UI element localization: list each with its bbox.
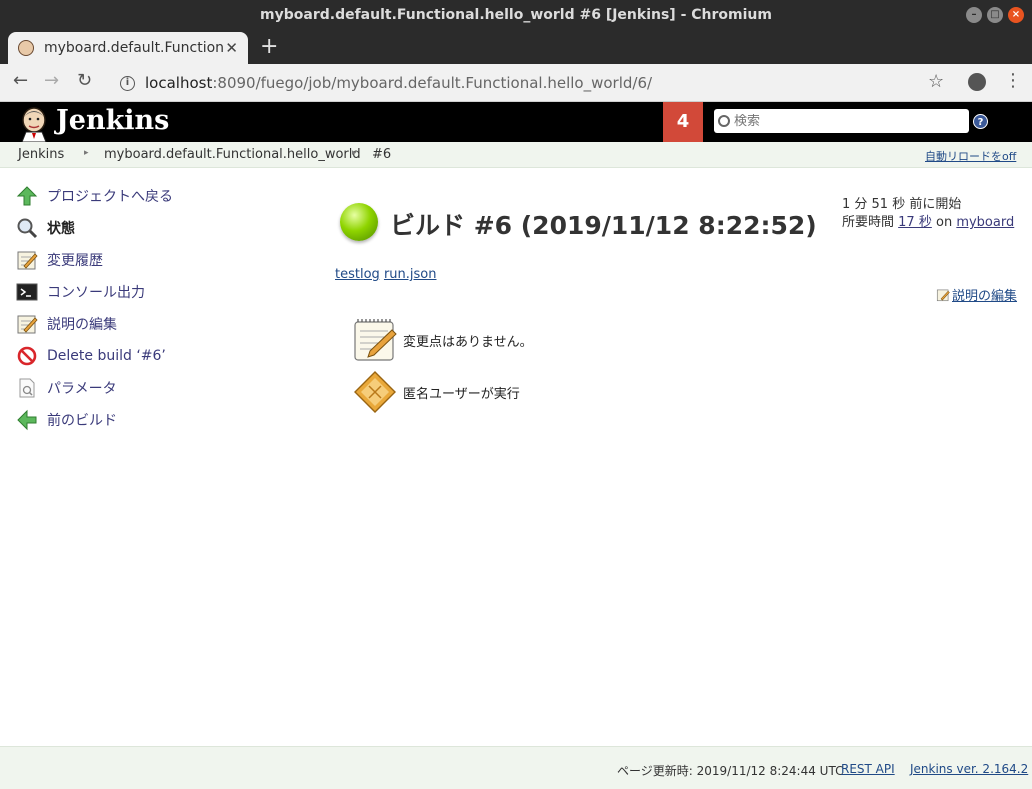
- bookmark-star-icon[interactable]: ☆: [928, 71, 944, 92]
- jenkins-header: Jenkins 4 ?: [0, 102, 1032, 142]
- up-arrow-icon: [16, 186, 38, 206]
- build-status-ball-icon: [340, 203, 378, 241]
- node-link[interactable]: myboard: [956, 215, 1014, 230]
- search-input[interactable]: [734, 113, 954, 129]
- sidebar-item-label: コンソール出力: [47, 285, 145, 301]
- breadcrumb: Jenkins ▸ myboard.default.Functional.hel…: [0, 142, 1032, 168]
- no-changes-text: 変更点はありません。: [403, 334, 533, 350]
- sidebar-item-label: 状態: [47, 221, 75, 237]
- breadcrumb-separator-icon[interactable]: ▸: [84, 148, 89, 158]
- breadcrumb-build[interactable]: #6: [372, 147, 391, 162]
- edit-description-label: 説明の編集: [952, 289, 1018, 304]
- build-meta: 1 分 51 秒 前に開始 所要時間 17 秒 on myboard: [842, 196, 1014, 232]
- new-tab-button[interactable]: +: [260, 34, 278, 60]
- rest-api-link[interactable]: REST API: [841, 762, 895, 776]
- close-window-icon[interactable]: ×: [1008, 7, 1024, 23]
- window-title: myboard.default.Functional.hello_world #…: [260, 7, 772, 23]
- reload-icon[interactable]: ↻: [77, 70, 92, 91]
- sidebar-item-label: Delete build ‘#6’: [47, 348, 166, 364]
- on-label: on: [935, 215, 953, 230]
- sidebar-item-back-to-project[interactable]: プロジェクトへ戻る: [16, 184, 173, 208]
- minimize-icon[interactable]: –: [966, 7, 982, 23]
- sidebar-item-label: 前のビルド: [47, 413, 117, 429]
- jenkins-title[interactable]: Jenkins: [56, 105, 169, 136]
- duration-link[interactable]: 17 秒: [898, 215, 932, 230]
- tab-title: myboard.default.Functional.hello_world #…: [44, 40, 224, 56]
- notepad-icon: [17, 315, 38, 334]
- breadcrumb-separator-icon[interactable]: ▸: [352, 148, 357, 158]
- tab-strip: myboard.default.Functional.hello_world #…: [0, 30, 1032, 64]
- breadcrumb-job[interactable]: myboard.default.Functional.hello_world: [104, 147, 361, 162]
- started-by-text: 匿名ユーザーが実行: [403, 386, 520, 402]
- edit-description-link[interactable]: 説明の編集: [936, 285, 1017, 304]
- menu-icon[interactable]: ⋮: [1004, 72, 1022, 90]
- magnifier-icon: [17, 218, 38, 239]
- page-updated-timestamp: ページ更新時: 2019/11/12 8:24:44 UTC: [617, 764, 844, 778]
- notepad-icon: [17, 251, 38, 270]
- back-icon[interactable]: ←: [13, 70, 28, 91]
- notepad-icon: [936, 289, 950, 301]
- jenkins-logo-icon[interactable]: [18, 106, 50, 142]
- sidebar-item-label: 説明の編集: [47, 317, 117, 333]
- account-icon[interactable]: [968, 73, 986, 91]
- jenkins-version-link[interactable]: Jenkins ver. 2.164.2: [910, 762, 1028, 776]
- build-started: 1 分 51 秒 前に開始: [842, 197, 962, 212]
- user-cause-icon: [354, 371, 396, 413]
- breadcrumb-jenkins[interactable]: Jenkins: [18, 147, 64, 162]
- build-cause: 匿名ユーザーが実行: [352, 370, 520, 414]
- terminal-icon: [16, 283, 38, 301]
- sidebar-item-edit-description[interactable]: 説明の編集: [16, 312, 117, 336]
- address-bar[interactable]: i localhost:8090/fuego/job/myboard.defau…: [110, 68, 960, 98]
- sidebar-item-changes[interactable]: 変更履歴: [16, 248, 103, 272]
- build-artifacts: testlog run.json: [335, 267, 436, 282]
- artifact-link-testlog[interactable]: testlog: [335, 267, 380, 282]
- build-duration-line: 所要時間 17 秒 on myboard: [842, 214, 1014, 232]
- artifact-link-run-json[interactable]: run.json: [384, 267, 437, 282]
- window-controls: – □ ×: [966, 7, 1024, 23]
- sidebar-item-delete-build[interactable]: Delete build ‘#6’: [16, 344, 166, 368]
- no-entry-icon: [17, 346, 37, 366]
- forward-icon[interactable]: →: [44, 70, 59, 91]
- sidebar-item-status[interactable]: 状態: [16, 216, 75, 240]
- left-arrow-icon: [17, 409, 37, 431]
- url-path: :8090/fuego/job/myboard.default.Function…: [212, 74, 653, 92]
- build-title: ビルド #6 (2019/11/12 8:22:52): [390, 211, 817, 240]
- search-box: [714, 109, 969, 133]
- browser-tab[interactable]: myboard.default.Functional.hello_world #…: [8, 32, 248, 64]
- sidebar-item-parameters[interactable]: パラメータ: [16, 376, 117, 400]
- notepad-icon: [354, 319, 397, 361]
- sidebar-item-console-output[interactable]: コンソール出力: [16, 280, 145, 304]
- help-icon[interactable]: ?: [973, 114, 988, 129]
- site-info-icon[interactable]: i: [120, 75, 135, 91]
- document-search-icon: [19, 378, 35, 398]
- sidebar-item-label: 変更履歴: [47, 253, 103, 269]
- changes-summary: 変更点はありません。: [352, 318, 533, 362]
- search-icon: [718, 115, 730, 127]
- duration-label: 所要時間: [842, 215, 895, 230]
- notification-badge[interactable]: 4: [663, 102, 703, 142]
- auto-refresh-link[interactable]: 自動リロードをoff: [925, 148, 1016, 164]
- maximize-icon[interactable]: □: [987, 7, 1003, 23]
- page-footer: ページ更新時: 2019/11/12 8:24:44 UTC REST API …: [0, 746, 1032, 789]
- jenkins-favicon-icon: [18, 40, 34, 56]
- url-host: localhost: [145, 74, 213, 92]
- window-title-bar: myboard.default.Functional.hello_world #…: [0, 0, 1032, 30]
- browser-toolbar: ← → ↻ i localhost:8090/fuego/job/myboard…: [0, 64, 1032, 102]
- sidebar-item-previous-build[interactable]: 前のビルド: [16, 408, 117, 432]
- sidebar-item-label: パラメータ: [47, 381, 117, 397]
- close-tab-icon[interactable]: ✕: [225, 39, 238, 57]
- sidebar-item-label: プロジェクトへ戻る: [47, 189, 173, 205]
